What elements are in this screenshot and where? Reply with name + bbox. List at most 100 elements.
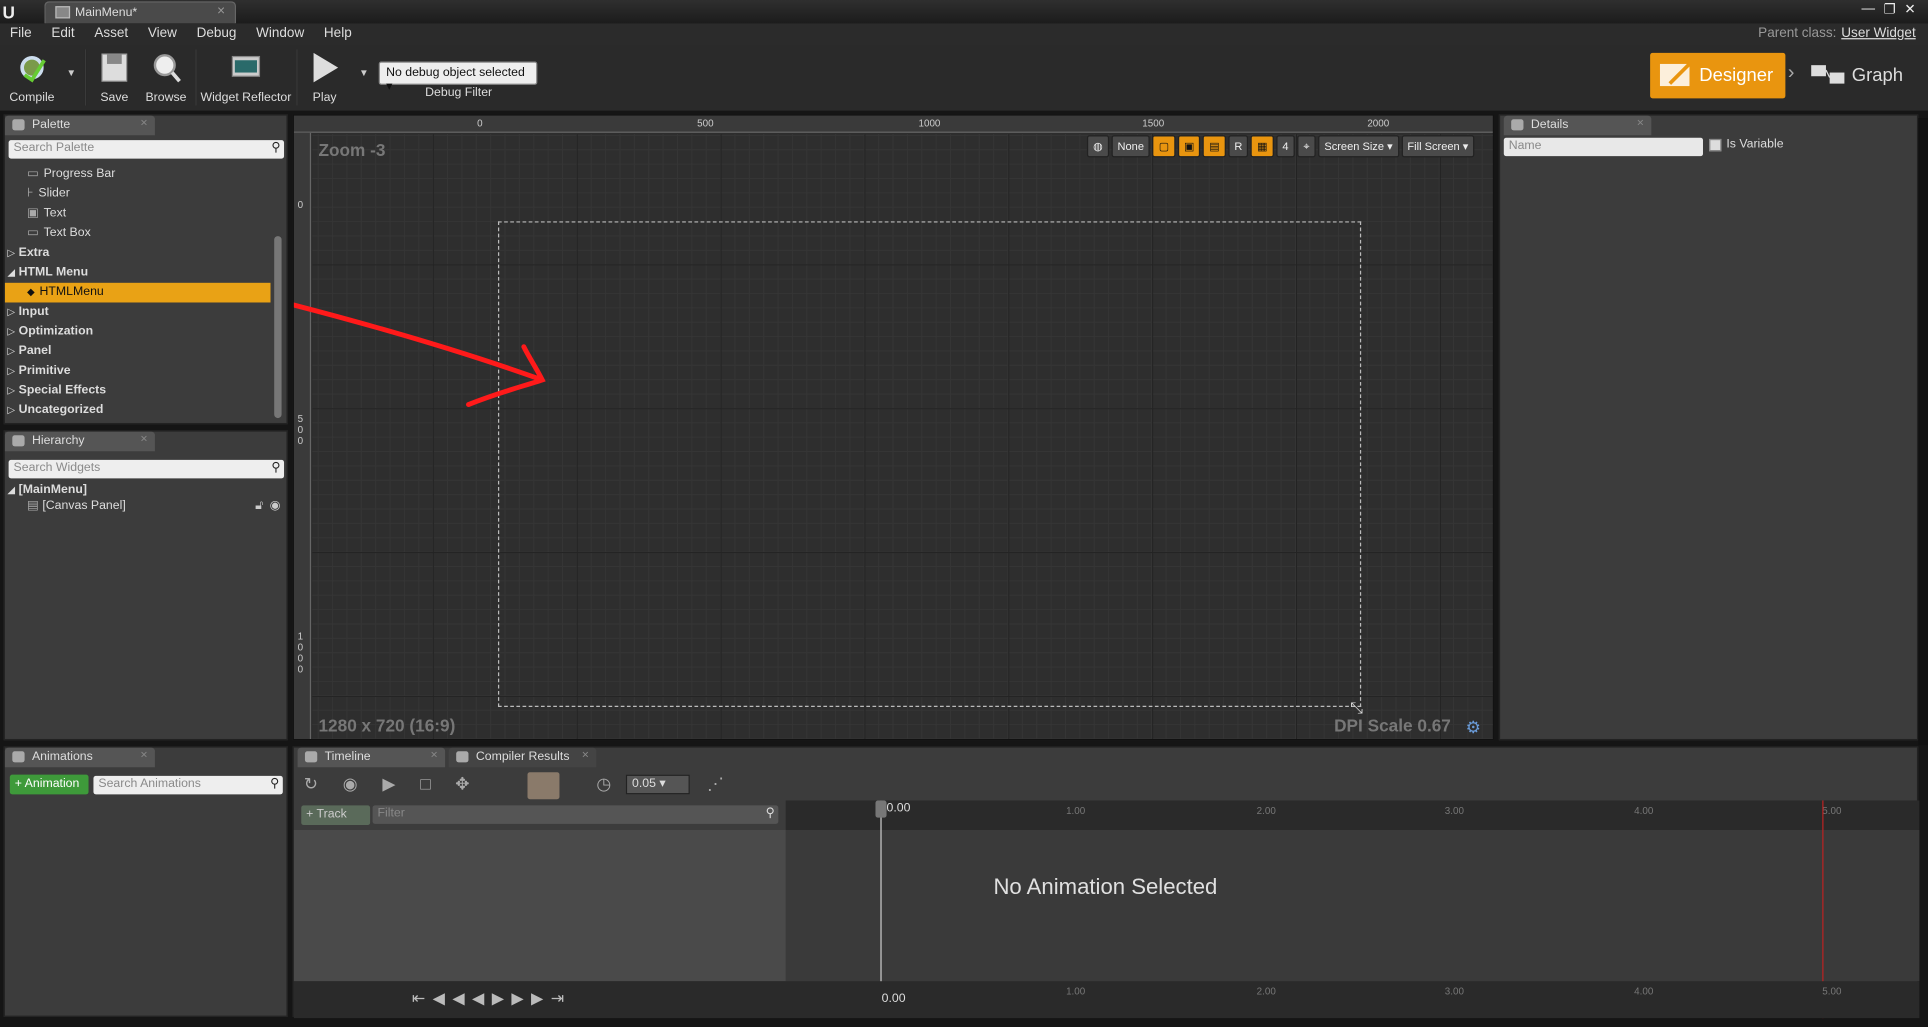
parent-class-link[interactable]: User Widget: [1841, 26, 1915, 41]
menu-help[interactable]: Help: [314, 23, 361, 45]
save-button[interactable]: Save: [91, 45, 138, 109]
clock-icon: ◷: [596, 773, 612, 794]
tab-timeline[interactable]: Timeline ×: [297, 747, 446, 768]
palette-item[interactable]: ⊦ Slider: [5, 184, 271, 204]
menu-asset[interactable]: Asset: [84, 23, 138, 45]
palette-item[interactable]: ▣ Text: [5, 204, 271, 224]
browse-label: Browse: [145, 90, 187, 105]
palette-category-html-menu[interactable]: ◢ HTML Menu: [5, 263, 271, 283]
category-label: HTML Menu: [18, 265, 89, 280]
time-ruler[interactable]: 1.00 2.00 3.00 4.00 5.00 0.00: [785, 800, 1920, 830]
palette-category-uncategorized[interactable]: ▷ Uncategorized: [5, 401, 271, 421]
add-animation-button[interactable]: + Animation: [9, 774, 89, 795]
tab-palette[interactable]: Palette ×: [4, 115, 155, 136]
track-filter-input[interactable]: Filter ⚲: [372, 805, 779, 824]
palette-item[interactable]: ▭ Text Box: [5, 224, 271, 244]
widget-name-input[interactable]: Name: [1503, 137, 1703, 157]
keyframe-button[interactable]: [527, 772, 560, 800]
debug-object-select[interactable]: No debug object selected ▾: [378, 61, 538, 93]
save-label: Save: [100, 90, 129, 105]
ruler-label: 2000: [1367, 118, 1390, 130]
close-hierarchy-icon[interactable]: ×: [140, 433, 147, 447]
window-controls: — ❐ ✕: [1861, 1, 1915, 17]
add-track-button[interactable]: + Track: [301, 805, 371, 826]
palette-category-special-effects[interactable]: ▷ Special Effects: [5, 381, 271, 401]
expand-arrow-icon: ▷: [7, 325, 15, 337]
menu-edit[interactable]: Edit: [41, 23, 84, 45]
transport-controls[interactable]: ⇤◀◀◀▶▶▶⇥: [412, 989, 572, 1009]
is-variable-checkbox[interactable]: [1709, 138, 1722, 152]
close-tab-icon[interactable]: ×: [217, 4, 225, 19]
respect-locks-icon[interactable]: ▤: [1203, 135, 1226, 158]
canvas-panel-icon: ▤: [27, 499, 39, 513]
browse-button[interactable]: Browse: [140, 45, 192, 109]
compile-button[interactable]: Compile: [5, 45, 59, 109]
category-label: Input: [18, 304, 49, 319]
snap-step-select[interactable]: 0.05 ▾: [625, 774, 690, 795]
play-button[interactable]: Play: [300, 45, 349, 109]
palette-category-panel[interactable]: ▷ Panel: [5, 342, 271, 362]
grid-size[interactable]: 4: [1276, 135, 1295, 158]
animations-search-input[interactable]: Search Animations ⚲: [93, 775, 283, 795]
transform-icon[interactable]: ⌖: [1297, 135, 1316, 158]
r-toggle[interactable]: R: [1228, 135, 1249, 158]
play-options-arrow-icon[interactable]: ▼: [359, 68, 369, 79]
close-timeline-icon[interactable]: ×: [431, 749, 438, 763]
screen-size-dropdown[interactable]: Screen Size ▾: [1318, 135, 1399, 158]
tab-compiler-results[interactable]: Compiler Results ×: [448, 747, 597, 768]
designer-viewport[interactable]: 0 500 1000 1500 2000 0 5 0 0 1 0 0 0 ⤡ Z…: [292, 114, 1494, 741]
loop-icon[interactable]: ↻: [304, 773, 318, 794]
search-icon: ⚲: [765, 806, 775, 821]
eye-icon[interactable]: ◉: [343, 773, 358, 794]
title-bar: U MainMenu* × — ❐ ✕: [0, 0, 1928, 24]
hierarchy-search-placeholder: Search Widgets: [13, 461, 101, 475]
lock-toggle-icon[interactable]: ▣: [1177, 135, 1201, 158]
stop-icon[interactable]: □: [420, 773, 430, 794]
tab-animations[interactable]: Animations ×: [4, 747, 155, 768]
palette-item[interactable]: ▭ Progress Bar: [5, 165, 271, 185]
palette-category-input[interactable]: ▷ Input: [5, 302, 271, 322]
menu-debug[interactable]: Debug: [187, 23, 247, 45]
tab-details[interactable]: Details ×: [1503, 115, 1652, 136]
move-icon[interactable]: ✥: [455, 773, 469, 794]
play-options-icon[interactable]: ▶: [382, 773, 395, 794]
grid-snap-icon[interactable]: ▦: [1251, 135, 1274, 158]
tab-hierarchy[interactable]: Hierarchy ×: [4, 431, 155, 452]
document-tab[interactable]: MainMenu* ×: [44, 1, 237, 24]
close-window-icon[interactable]: ✕: [1904, 1, 1915, 17]
hierarchy-search-input[interactable]: Search Widgets ⚲: [8, 459, 285, 479]
close-palette-icon[interactable]: ×: [140, 117, 147, 131]
designer-mode-button[interactable]: Designer: [1650, 52, 1786, 99]
palette-category-extra[interactable]: ▷ Extra: [5, 243, 271, 263]
restore-icon[interactable]: ❐: [1884, 1, 1896, 17]
canvas-grid[interactable]: ⤡: [312, 134, 1493, 739]
widget-reflector-button[interactable]: Widget Reflector: [199, 45, 292, 109]
dpi-settings-gear-icon[interactable]: ⚙: [1466, 717, 1481, 738]
lock-icon[interactable]: 🔓︎: [255, 497, 263, 517]
compile-options-arrow-icon[interactable]: ▼: [66, 68, 76, 79]
hierarchy-item-canvas-panel[interactable]: ▤ [Canvas Panel] 🔓︎ ◉: [27, 497, 283, 517]
menu-view[interactable]: View: [138, 23, 187, 45]
palette-category-primitive[interactable]: ▷ Primitive: [5, 362, 271, 382]
category-label: Uncategorized: [18, 403, 104, 417]
palette-item-htmlmenu[interactable]: ◆ HTMLMenu: [4, 282, 271, 303]
outline-toggle-icon[interactable]: ▢: [1152, 135, 1176, 158]
graph-mode-button[interactable]: Graph: [1808, 53, 1914, 98]
timeline-track-area[interactable]: [785, 829, 1920, 982]
menu-window[interactable]: Window: [246, 23, 314, 45]
palette-search-input[interactable]: Search Palette ⚲: [8, 140, 285, 159]
dpi-scale-label: DPI Scale 0.67: [1334, 715, 1451, 736]
visibility-eye-icon[interactable]: ◉: [270, 497, 281, 517]
fill-screen-dropdown[interactable]: Fill Screen ▾: [1401, 135, 1475, 158]
menu-file[interactable]: File: [0, 23, 41, 45]
close-animations-icon[interactable]: ×: [140, 749, 147, 763]
close-details-icon[interactable]: ×: [1637, 117, 1644, 131]
palette-scrollbar[interactable]: [274, 236, 282, 419]
close-compiler-icon[interactable]: ×: [582, 749, 589, 763]
playhead-handle[interactable]: [875, 800, 887, 818]
minimize-icon[interactable]: —: [1861, 1, 1875, 17]
none-toggle[interactable]: None: [1111, 135, 1151, 158]
world-space-icon[interactable]: ◍: [1086, 135, 1109, 158]
palette-category-optimization[interactable]: ▷ Optimization: [5, 322, 271, 342]
curve-icon[interactable]: ⋰: [707, 773, 724, 794]
